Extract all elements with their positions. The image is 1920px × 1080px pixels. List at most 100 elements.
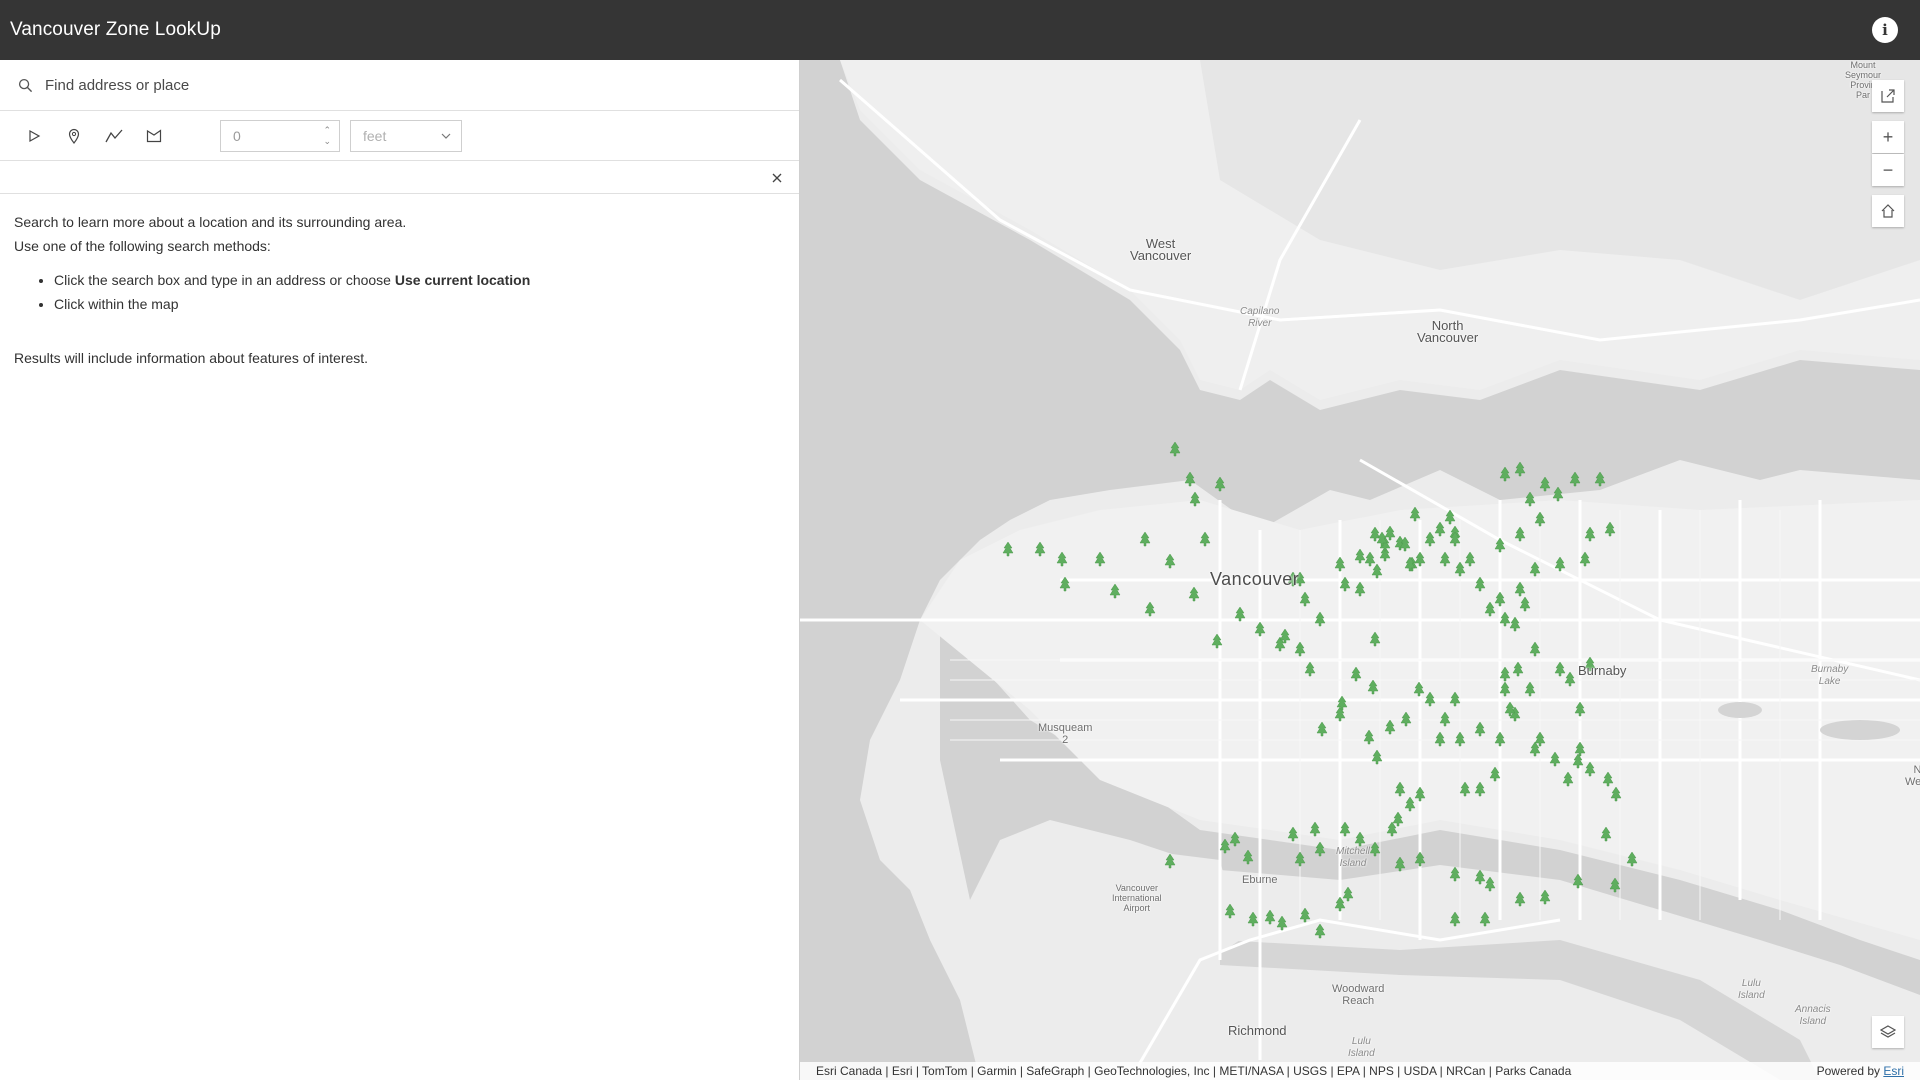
tree-icon[interactable] bbox=[1247, 911, 1259, 927]
tree-icon[interactable] bbox=[1474, 721, 1486, 737]
chevron-up-icon[interactable]: ⌃ bbox=[323, 125, 331, 135]
tree-icon[interactable] bbox=[1474, 576, 1486, 592]
tree-icon[interactable] bbox=[1539, 476, 1551, 492]
tree-icon[interactable] bbox=[1514, 891, 1526, 907]
tree-icon[interactable] bbox=[1367, 679, 1379, 695]
tree-icon[interactable] bbox=[1529, 561, 1541, 577]
tree-icon[interactable] bbox=[1369, 526, 1381, 542]
tree-icon[interactable] bbox=[1394, 856, 1406, 872]
tree-icon[interactable] bbox=[1334, 706, 1346, 722]
tree-icon[interactable] bbox=[1371, 563, 1383, 579]
tree-icon[interactable] bbox=[1339, 576, 1351, 592]
tree-icon[interactable] bbox=[1539, 889, 1551, 905]
tree-icon[interactable] bbox=[1299, 907, 1311, 923]
tree-icon[interactable] bbox=[1509, 616, 1521, 632]
tree-icon[interactable] bbox=[1424, 531, 1436, 547]
tree-icon[interactable] bbox=[1413, 681, 1425, 697]
tree-icon[interactable] bbox=[1554, 556, 1566, 572]
tree-icon[interactable] bbox=[1350, 666, 1362, 682]
tree-icon[interactable] bbox=[1562, 771, 1574, 787]
tree-icon[interactable] bbox=[1394, 781, 1406, 797]
tree-icon[interactable] bbox=[1494, 537, 1506, 553]
select-tool-button[interactable] bbox=[14, 116, 54, 156]
tree-icon[interactable] bbox=[1584, 526, 1596, 542]
tree-icon[interactable] bbox=[1386, 821, 1398, 837]
zoom-in-button[interactable]: + bbox=[1872, 121, 1904, 153]
tree-icon[interactable] bbox=[1529, 641, 1541, 657]
tree-icon[interactable] bbox=[1499, 681, 1511, 697]
tree-icon[interactable] bbox=[1314, 923, 1326, 939]
tree-icon[interactable] bbox=[1434, 731, 1446, 747]
tree-icon[interactable] bbox=[1574, 741, 1586, 757]
tree-icon[interactable] bbox=[1354, 831, 1366, 847]
tree-icon[interactable] bbox=[1499, 466, 1511, 482]
tree-icon[interactable] bbox=[1334, 896, 1346, 912]
tree-icon[interactable] bbox=[1199, 531, 1211, 547]
tree-icon[interactable] bbox=[1454, 561, 1466, 577]
tree-icon[interactable] bbox=[1109, 583, 1121, 599]
tree-icon[interactable] bbox=[1188, 586, 1200, 602]
tree-icon[interactable] bbox=[1400, 711, 1412, 727]
tree-icon[interactable] bbox=[1184, 471, 1196, 487]
tree-icon[interactable] bbox=[1494, 731, 1506, 747]
tree-icon[interactable] bbox=[1094, 551, 1106, 567]
tree-icon[interactable] bbox=[1371, 749, 1383, 765]
tree-icon[interactable] bbox=[1484, 876, 1496, 892]
tree-icon[interactable] bbox=[1219, 838, 1231, 854]
tree-icon[interactable] bbox=[1552, 486, 1564, 502]
tree-icon[interactable] bbox=[1304, 661, 1316, 677]
tree-icon[interactable] bbox=[1600, 826, 1612, 842]
tree-icon[interactable] bbox=[1224, 903, 1236, 919]
tree-icon[interactable] bbox=[1524, 491, 1536, 507]
tree-icon[interactable] bbox=[1439, 711, 1451, 727]
tree-icon[interactable] bbox=[1489, 766, 1501, 782]
tree-icon[interactable] bbox=[1514, 461, 1526, 477]
tree-icon[interactable] bbox=[1164, 853, 1176, 869]
tree-icon[interactable] bbox=[1404, 796, 1416, 812]
search-input[interactable] bbox=[45, 76, 745, 94]
tree-icon[interactable] bbox=[1604, 521, 1616, 537]
share-button[interactable] bbox=[1872, 80, 1904, 112]
tree-icon[interactable] bbox=[1314, 841, 1326, 857]
tree-icon[interactable] bbox=[1514, 581, 1526, 597]
zoom-out-button[interactable]: − bbox=[1872, 154, 1904, 186]
tree-icon[interactable] bbox=[1494, 591, 1506, 607]
tree-icon[interactable] bbox=[1484, 601, 1496, 617]
tree-icon[interactable] bbox=[1242, 849, 1254, 865]
tree-icon[interactable] bbox=[1569, 471, 1581, 487]
tree-icon[interactable] bbox=[1449, 691, 1461, 707]
tree-icon[interactable] bbox=[1499, 666, 1511, 682]
tree-icon[interactable] bbox=[1229, 831, 1241, 847]
tree-icon[interactable] bbox=[1519, 596, 1531, 612]
tree-icon[interactable] bbox=[1309, 821, 1321, 837]
esri-link[interactable]: Esri bbox=[1883, 1064, 1904, 1078]
tree-icon[interactable] bbox=[1529, 741, 1541, 757]
tree-icon[interactable] bbox=[1610, 786, 1622, 802]
tree-icon[interactable] bbox=[1211, 633, 1223, 649]
tree-icon[interactable] bbox=[1254, 621, 1266, 637]
polyline-tool-button[interactable] bbox=[94, 116, 134, 156]
tree-icon[interactable] bbox=[1034, 541, 1046, 557]
tree-icon[interactable] bbox=[1234, 606, 1246, 622]
tree-icon[interactable] bbox=[1414, 851, 1426, 867]
tree-icon[interactable] bbox=[1626, 851, 1638, 867]
tree-icon[interactable] bbox=[1572, 873, 1584, 889]
tree-icon[interactable] bbox=[1554, 661, 1566, 677]
tree-icon[interactable] bbox=[1342, 886, 1354, 902]
tree-icon[interactable] bbox=[1276, 915, 1288, 931]
tree-icon[interactable] bbox=[1414, 551, 1426, 567]
tree-icon[interactable] bbox=[1056, 551, 1068, 567]
tree-icon[interactable] bbox=[1449, 911, 1461, 927]
tree-icon[interactable] bbox=[1002, 541, 1014, 557]
tree-icon[interactable] bbox=[1369, 841, 1381, 857]
tree-icon[interactable] bbox=[1444, 509, 1456, 525]
tree-icon[interactable] bbox=[1579, 551, 1591, 567]
tree-icon[interactable] bbox=[1059, 576, 1071, 592]
buffer-stepper[interactable]: ⌃ ⌄ bbox=[323, 125, 331, 146]
tree-icon[interactable] bbox=[1264, 909, 1276, 925]
unit-select[interactable]: feet bbox=[350, 119, 462, 152]
point-tool-button[interactable] bbox=[54, 116, 94, 156]
tree-icon[interactable] bbox=[1314, 611, 1326, 627]
tree-icon[interactable] bbox=[1574, 701, 1586, 717]
tree-icon[interactable] bbox=[1564, 671, 1576, 687]
